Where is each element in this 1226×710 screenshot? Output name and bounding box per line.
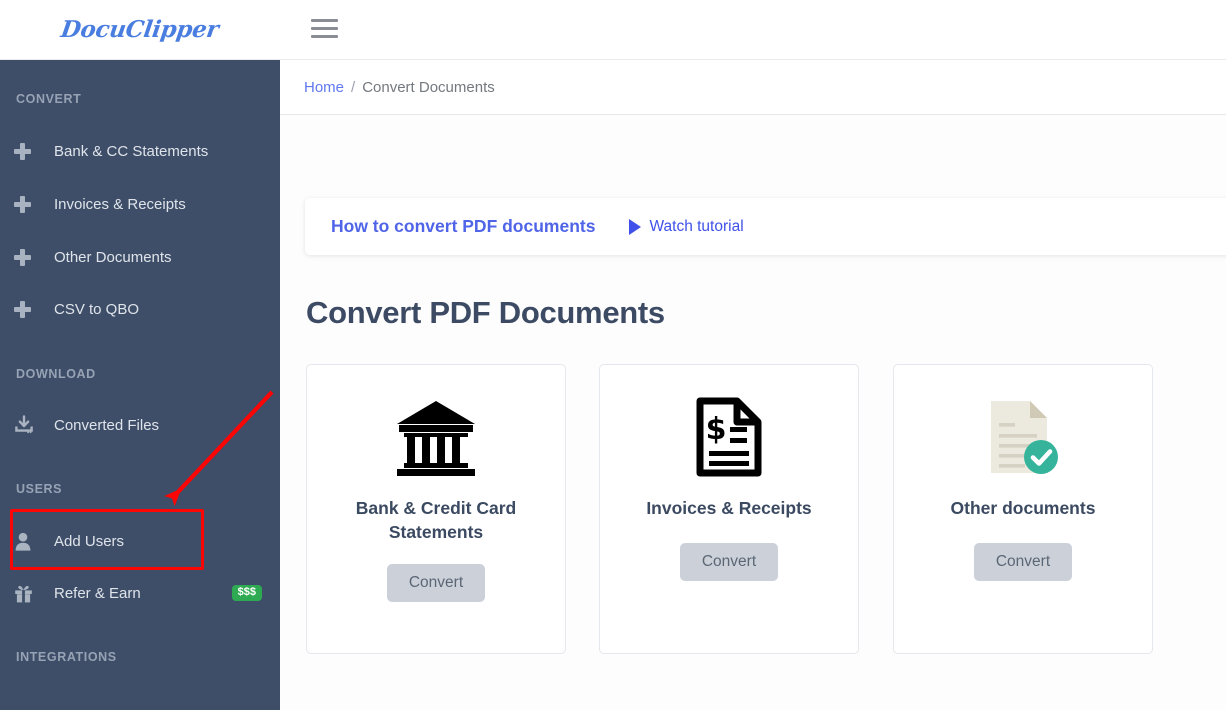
main-content: Home / Convert Documents How to convert … bbox=[280, 60, 1226, 710]
card-bank-credit-card-statements[interactable]: Bank & Credit Card Statements Convert bbox=[306, 364, 566, 654]
sidebar-nav: CONVERT Bank & CC Statements Invoices & … bbox=[0, 60, 280, 710]
sidebar-item-invoices-receipts[interactable]: Invoices & Receipts bbox=[0, 184, 280, 224]
sidebar-item-other-documents[interactable]: Other Documents bbox=[0, 237, 280, 277]
user-icon bbox=[14, 532, 54, 551]
tutorial-banner[interactable]: How to convert PDF documents Watch tutor… bbox=[305, 198, 1226, 255]
tutorial-title-link[interactable]: How to convert PDF documents bbox=[331, 216, 595, 237]
svg-text:$: $ bbox=[706, 412, 727, 447]
card-title: Other documents bbox=[950, 498, 1096, 518]
sidebar-section-integrations: INTEGRATIONS bbox=[16, 650, 117, 664]
sidebar-item-label: Other Documents bbox=[54, 248, 172, 266]
convert-button-bank[interactable]: Convert bbox=[386, 564, 486, 603]
sidebar-item-label: Bank & CC Statements bbox=[54, 142, 209, 160]
plus-icon bbox=[14, 300, 54, 318]
breadcrumb-separator: / bbox=[351, 78, 356, 96]
sidebar-item-label: Converted Files bbox=[54, 416, 160, 434]
document-check-icon bbox=[985, 391, 1061, 483]
sidebar-item-csv-to-qbo[interactable]: CSV to QBO bbox=[0, 289, 280, 329]
download-icon bbox=[14, 415, 54, 435]
bank-building-icon bbox=[395, 391, 477, 483]
convert-button-invoices[interactable]: Convert bbox=[679, 542, 779, 581]
breadcrumb-home-link[interactable]: Home bbox=[304, 79, 344, 96]
hamburger-bar-1 bbox=[311, 19, 338, 22]
refer-earn-badge: $$$ bbox=[231, 585, 262, 601]
watch-tutorial-link[interactable]: Watch tutorial bbox=[629, 217, 744, 236]
sidebar-item-bank-cc-statements[interactable]: Bank & CC Statements bbox=[0, 131, 280, 171]
page-title: Convert PDF Documents bbox=[306, 295, 665, 330]
convert-button-other[interactable]: Convert bbox=[973, 542, 1073, 581]
hamburger-menu-icon[interactable] bbox=[311, 17, 338, 41]
sidebar-item-label: CSV to QBO bbox=[54, 300, 140, 318]
brand-logo-area[interactable]: DocuClipper bbox=[0, 0, 280, 59]
breadcrumb: Home / Convert Documents bbox=[280, 60, 1226, 115]
sidebar-item-converted-files[interactable]: Converted Files bbox=[0, 405, 280, 445]
sidebar-item-add-users[interactable]: Add Users bbox=[0, 521, 280, 561]
card-title: Bank & Credit Card Statements bbox=[355, 498, 517, 542]
content-area: How to convert PDF documents Watch tutor… bbox=[280, 115, 1226, 710]
hamburger-bar-3 bbox=[311, 35, 338, 38]
plus-icon bbox=[14, 195, 54, 213]
gift-icon bbox=[14, 584, 54, 603]
card-invoices-receipts[interactable]: $ Invoices & Receipts Convert bbox=[599, 364, 859, 654]
plus-icon bbox=[14, 248, 54, 266]
sidebar-item-label: Add Users bbox=[54, 532, 125, 550]
plus-icon bbox=[14, 142, 54, 160]
card-title: Invoices & Receipts bbox=[646, 498, 812, 518]
watch-tutorial-label: Watch tutorial bbox=[649, 217, 744, 235]
sidebar-section-users: USERS bbox=[16, 482, 63, 496]
card-other-documents[interactable]: Other documents Convert bbox=[893, 364, 1153, 654]
sidebar-item-label: Invoices & Receipts bbox=[54, 195, 186, 213]
docuclipper-logo: DocuClipper bbox=[59, 16, 221, 43]
sidebar-section-convert: CONVERT bbox=[16, 92, 82, 106]
hamburger-bar-2 bbox=[311, 27, 338, 30]
invoice-document-icon: $ bbox=[696, 391, 762, 483]
play-triangle-icon bbox=[629, 218, 642, 235]
app-root: DocuClipper CONVERT Bank & CC Statements… bbox=[0, 0, 1226, 710]
breadcrumb-current: Convert Documents bbox=[362, 78, 495, 96]
sidebar-item-label: Refer & Earn bbox=[54, 584, 141, 602]
sidebar-item-refer-and-earn[interactable]: Refer & Earn $$$ bbox=[0, 573, 280, 613]
sidebar-section-download: DOWNLOAD bbox=[16, 367, 96, 381]
top-header-bar: DocuClipper bbox=[0, 0, 1226, 60]
